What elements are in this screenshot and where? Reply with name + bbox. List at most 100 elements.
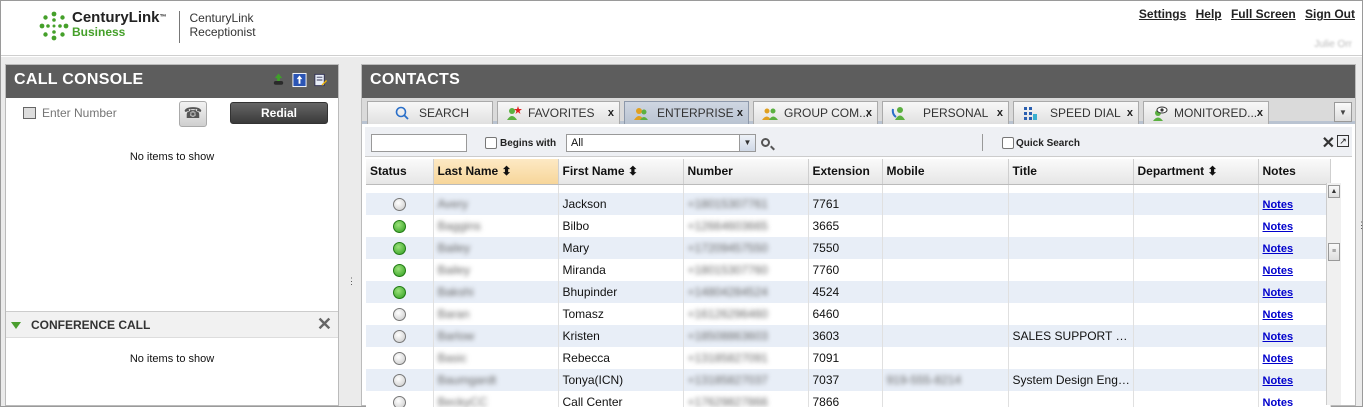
close-icon[interactable]: ✕ — [317, 314, 332, 335]
notes-link[interactable]: Notes — [1263, 331, 1294, 343]
table-row[interactable]: Avery Jackson +18015307761 7761 Notes — [366, 193, 1331, 215]
notes-link[interactable]: Notes — [1263, 375, 1294, 387]
tab-close-icon[interactable]: x — [1257, 107, 1263, 119]
splitter-grip-icon[interactable]: ⋮ — [347, 277, 356, 286]
table-row-partial[interactable] — [366, 184, 1331, 193]
transfer-icon[interactable] — [292, 72, 307, 88]
tab-group-communication[interactable]: GROUP COM... x — [753, 101, 878, 124]
extension-cell[interactable]: 3665 — [808, 215, 883, 237]
table-row[interactable]: Bakshi Bhupinder +14804284524 4524 Notes — [366, 281, 1331, 303]
table-row[interactable]: BeckyCC Call Center +17629827866 7866 Notes — [366, 391, 1331, 407]
number-cell[interactable]: +13185827037 — [688, 373, 768, 387]
col-status[interactable]: Status — [366, 159, 434, 185]
sign-out-link[interactable]: Sign Out — [1305, 7, 1355, 21]
extension-cell[interactable]: 7091 — [808, 347, 883, 369]
notes-link[interactable]: Notes — [1263, 243, 1294, 255]
number-cell[interactable]: +18015307761 — [688, 197, 768, 211]
notes-link[interactable]: Notes — [1263, 287, 1294, 299]
dial-phone-icon[interactable]: ☎ — [179, 101, 207, 127]
col-department[interactable]: Department ⬍ — [1133, 159, 1259, 185]
conference-call-header[interactable]: CONFERENCE CALL ✕ — [6, 311, 338, 338]
number-cell[interactable]: +16126296460 — [688, 307, 768, 321]
notes-link[interactable]: Notes — [1263, 309, 1294, 321]
extension-cell[interactable]: 7550 — [808, 237, 883, 259]
extension-cell[interactable]: 7761 — [808, 193, 883, 215]
help-link[interactable]: Help — [1196, 7, 1222, 21]
begins-with-checkbox[interactable] — [485, 137, 497, 149]
notes-link[interactable]: Notes — [1263, 397, 1294, 407]
table-row[interactable]: Bailey Miranda +18015307760 7760 Notes — [366, 259, 1331, 281]
table-row[interactable]: Baggins Bilbo +12664603665 3665 Notes — [366, 215, 1331, 237]
vertical-scrollbar[interactable]: ▲ ≡ — [1326, 183, 1341, 405]
contacts-search-input[interactable] — [371, 134, 467, 152]
col-notes[interactable]: Notes — [1258, 159, 1331, 185]
address-book-icon[interactable] — [23, 107, 36, 119]
search-icon[interactable] — [761, 138, 770, 147]
col-last-name[interactable]: Last Name ⬍ — [433, 159, 559, 185]
chevron-down-icon[interactable]: ▼ — [739, 135, 755, 151]
number-cell[interactable]: +18015307760 — [688, 263, 768, 277]
col-number[interactable]: Number — [683, 159, 809, 185]
extension-cell[interactable]: 6460 — [808, 303, 883, 325]
call-console-header: CALL CONSOLE — [6, 65, 338, 98]
notes-link[interactable]: Notes — [1263, 199, 1294, 211]
extension-cell[interactable]: 7037 — [808, 369, 883, 391]
full-screen-link[interactable]: Full Screen — [1231, 7, 1296, 21]
extension-cell[interactable]: 4524 — [808, 281, 883, 303]
popout-icon[interactable]: ↗ — [1337, 135, 1349, 147]
extension-cell[interactable]: 7866 — [808, 391, 883, 407]
quick-search-checkbox[interactable] — [1002, 137, 1014, 149]
mobile-cell[interactable]: 919-555-8214 — [887, 373, 962, 387]
number-cell[interactable]: +12664603665 — [688, 219, 768, 233]
notes-link[interactable]: Notes — [1263, 353, 1294, 365]
tab-overflow-menu-icon[interactable]: ▼ — [1334, 102, 1352, 122]
table-row[interactable]: Barlow Kristen +18508863603 3603 SALES SUPPO… — [366, 325, 1331, 347]
table-row[interactable]: Baumgardt Tonya(ICN) +13185827037 7037 919-5… — [366, 369, 1331, 391]
tab-close-icon[interactable]: x — [608, 107, 614, 119]
table-row[interactable]: Basic Rebecca +13185827091 7091 Notes — [366, 347, 1331, 369]
extension-cell[interactable]: 3603 — [808, 325, 883, 347]
tab-close-icon[interactable]: x — [1127, 107, 1133, 119]
tab-close-icon[interactable]: x — [866, 107, 872, 119]
clear-icon[interactable]: ✕ — [1322, 133, 1335, 153]
tab-speed-dial[interactable]: SPEED DIAL x — [1013, 101, 1139, 124]
redial-button[interactable]: Redial — [230, 102, 328, 124]
col-title[interactable]: Title — [1008, 159, 1134, 185]
notes-link[interactable]: Notes — [1263, 221, 1294, 233]
brand-name: CenturyLink — [72, 9, 160, 26]
notes-edit-icon[interactable] — [313, 72, 328, 88]
status-cell — [366, 369, 434, 391]
tab-search[interactable]: SEARCH — [367, 101, 493, 124]
tab-enterprise[interactable]: ENTERPRISE x — [624, 101, 749, 124]
number-cell[interactable]: +13185827091 — [688, 351, 768, 365]
settings-link[interactable]: Settings — [1139, 7, 1186, 21]
collapse-triangle-icon[interactable] — [11, 322, 21, 329]
col-first-name[interactable]: First Name ⬍ — [558, 159, 684, 185]
scroll-thumb[interactable]: ≡ — [1328, 243, 1340, 261]
table-row[interactable]: Bailey Mary +17209457550 7550 Notes — [366, 237, 1331, 259]
tab-close-icon[interactable]: x — [997, 107, 1003, 119]
scroll-up-icon[interactable]: ▲ — [1328, 185, 1340, 198]
panel-splitter[interactable]: ⋮ — [345, 57, 359, 406]
number-cell[interactable]: +18508863603 — [688, 329, 768, 343]
number-cell[interactable]: +14804284524 — [688, 285, 768, 299]
number-cell[interactable]: +17209457550 — [688, 241, 768, 255]
tab-favorites[interactable]: FAVORITES x — [497, 101, 620, 124]
title-cell: System Design Engin... — [1008, 369, 1134, 391]
filter-select[interactable]: All ▼ — [566, 134, 756, 152]
enter-number-input[interactable] — [42, 104, 172, 122]
right-edge-grip-icon[interactable]: ⋮ — [1357, 221, 1363, 230]
col-extension[interactable]: Extension — [808, 159, 883, 185]
centurylink-logo-icon — [39, 11, 69, 41]
tab-label: MONITORED... — [1174, 106, 1258, 120]
logo-divider — [178, 11, 180, 43]
answer-call-icon[interactable] — [271, 72, 286, 88]
table-row[interactable]: Baran Tomasz +16126296460 6460 Notes — [366, 303, 1331, 325]
tab-personal[interactable]: PERSONAL x — [882, 101, 1009, 124]
tab-monitored[interactable]: MONITORED... x — [1143, 101, 1269, 124]
col-mobile[interactable]: Mobile — [882, 159, 1009, 185]
notes-link[interactable]: Notes — [1263, 265, 1294, 277]
extension-cell[interactable]: 7760 — [808, 259, 883, 281]
number-cell[interactable]: +17629827866 — [688, 395, 768, 407]
tab-close-icon[interactable]: x — [737, 107, 743, 119]
